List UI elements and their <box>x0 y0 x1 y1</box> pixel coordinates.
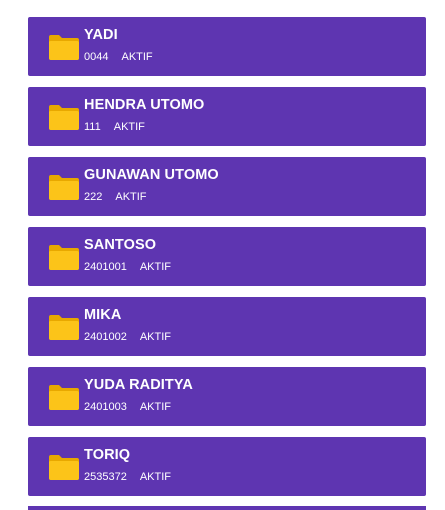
folder-icon <box>47 103 81 131</box>
item-meta: 2535372 AKTIF <box>84 471 171 483</box>
folder-icon <box>47 33 81 61</box>
item-status: AKTIF <box>139 471 171 483</box>
item-name: SANTOSO <box>84 237 157 253</box>
item-meta: 0044 AKTIF <box>84 51 153 63</box>
item-status: AKTIF <box>139 261 171 273</box>
folder-icon <box>47 313 81 341</box>
item-name: YADI <box>84 27 118 43</box>
list-item[interactable]: YUDA RADITYA 2401003 AKTIF <box>28 367 426 426</box>
item-name: HENDRA UTOMO <box>84 97 205 113</box>
item-meta: 111 AKTIF <box>84 121 145 133</box>
item-code: 2535372 <box>84 471 127 483</box>
item-meta: 2401003 AKTIF <box>84 401 171 413</box>
item-name: YUDA RADITYA <box>84 377 193 393</box>
item-name: GUNAWAN UTOMO <box>84 167 219 183</box>
item-code: 222 <box>84 191 103 203</box>
item-meta: 2401002 AKTIF <box>84 331 171 343</box>
item-meta: 2401001 AKTIF <box>84 261 171 273</box>
member-list: YADI 0044 AKTIF HENDRA UTOMO 111 AKTIF GUN… <box>28 17 426 507</box>
list-item[interactable]: TORIQ 2535372 AKTIF <box>28 437 426 496</box>
item-code: 2401001 <box>84 261 127 273</box>
list-item[interactable]: HENDRA UTOMO 111 AKTIF <box>28 87 426 146</box>
item-name: MIKA <box>84 307 122 323</box>
item-status: AKTIF <box>113 121 145 133</box>
item-name: TORIQ <box>84 447 131 463</box>
item-meta: 222 AKTIF <box>84 191 147 203</box>
list-item[interactable]: MIKA 2401002 AKTIF <box>28 297 426 356</box>
folder-icon <box>47 383 81 411</box>
item-code: 111 <box>84 121 101 133</box>
list-item[interactable]: GUNAWAN UTOMO 222 AKTIF <box>28 157 426 216</box>
item-status: AKTIF <box>115 191 147 203</box>
item-status: AKTIF <box>139 401 171 413</box>
next-list-item-edge <box>28 506 426 510</box>
list-item[interactable]: SANTOSO 2401001 AKTIF <box>28 227 426 286</box>
item-code: 2401002 <box>84 331 127 343</box>
folder-icon <box>47 243 81 271</box>
item-status: AKTIF <box>139 331 171 343</box>
folder-icon <box>47 453 81 481</box>
item-code: 2401003 <box>84 401 127 413</box>
item-code: 0044 <box>84 51 109 63</box>
folder-icon <box>47 173 81 201</box>
list-item[interactable]: YADI 0044 AKTIF <box>28 17 426 76</box>
item-status: AKTIF <box>121 51 153 63</box>
